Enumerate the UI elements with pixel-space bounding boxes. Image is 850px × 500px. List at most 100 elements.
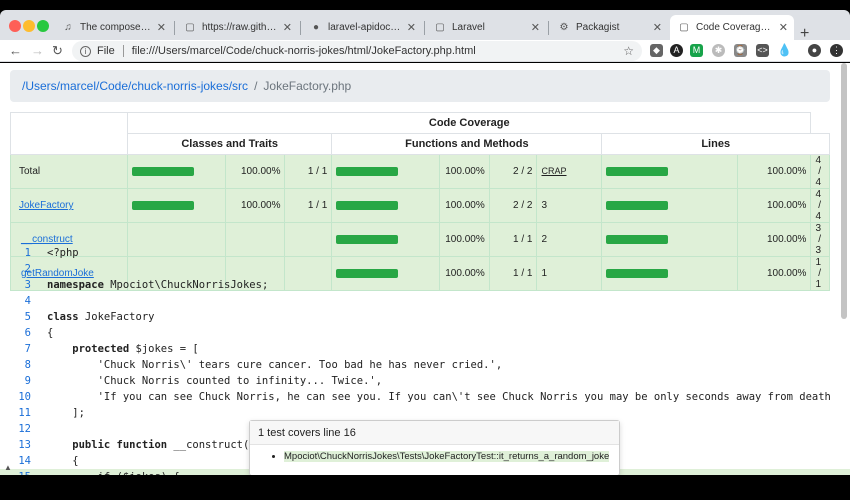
breadcrumb: /Users/marcel/Code/chuck-norris-jokes/sr… bbox=[10, 70, 830, 102]
line-number[interactable]: 4 bbox=[0, 293, 31, 309]
bookmark-star-icon[interactable]: ☆ bbox=[623, 44, 634, 58]
close-tab-icon[interactable]: ✕ bbox=[653, 21, 662, 34]
breadcrumb-path-link[interactable]: /Users/marcel/Code/chuck-norris-jokes/sr… bbox=[22, 79, 248, 93]
close-tab-icon[interactable]: ✕ bbox=[157, 21, 166, 34]
coverage-row-link[interactable]: __construct bbox=[21, 234, 73, 245]
code-line: 4 bbox=[0, 293, 850, 309]
line-number[interactable]: 11 bbox=[0, 405, 31, 421]
keyword: public function bbox=[47, 439, 168, 451]
classes-count: 1 / 1 bbox=[284, 188, 333, 223]
code-text: { bbox=[47, 327, 54, 339]
code-text: JokeFactory bbox=[78, 311, 155, 323]
test-coverage-popover: 1 test covers line 16 Mpociot\ChuckNorri… bbox=[249, 420, 620, 475]
line-number[interactable]: 7 bbox=[0, 341, 31, 357]
reload-icon[interactable]: ↻ bbox=[52, 43, 63, 59]
tab-composer[interactable]: ♫ The composer.json S ✕ bbox=[54, 15, 172, 40]
line-source: { bbox=[47, 453, 79, 469]
code-text: { bbox=[47, 455, 79, 467]
extension-clock-icon[interactable]: ⌚ bbox=[734, 44, 747, 57]
line-number[interactable]: 12 bbox=[0, 421, 31, 437]
profile-avatar[interactable]: ● bbox=[808, 44, 821, 57]
keyword: protected bbox=[47, 343, 130, 355]
breadcrumb-separator: / bbox=[254, 79, 258, 93]
extension-cube-icon[interactable]: ◆ bbox=[650, 44, 663, 57]
classes-progress-cell bbox=[127, 154, 227, 189]
line-number[interactable]: 5 bbox=[0, 309, 31, 325]
popover-title: 1 test covers line 16 bbox=[250, 421, 619, 445]
functions-percent: 100.00% bbox=[438, 154, 490, 189]
extension-gear-icon[interactable]: ✱ bbox=[712, 44, 725, 57]
line-number[interactable]: 9 bbox=[0, 373, 31, 389]
address-bar[interactable]: i File file:///Users/marcel/Code/chuck-n… bbox=[72, 41, 642, 61]
tab-laravel[interactable]: ▢ Laravel ✕ bbox=[426, 15, 546, 40]
close-tab-icon[interactable]: ✕ bbox=[283, 21, 292, 34]
address-divider bbox=[122, 45, 124, 57]
page-content: /Users/marcel/Code/chuck-norris-jokes/sr… bbox=[0, 63, 850, 475]
functions-progress-cell bbox=[331, 188, 440, 223]
line-number[interactable]: 6 bbox=[0, 325, 31, 341]
group-header-classes: Classes and Traits bbox=[127, 133, 333, 155]
maximize-window-button[interactable] bbox=[37, 20, 49, 32]
crap-value: 3 bbox=[536, 188, 603, 223]
close-window-button[interactable] bbox=[9, 20, 21, 32]
coverage-title: Code Coverage bbox=[127, 112, 812, 134]
menu-icon[interactable]: ⋮ bbox=[830, 44, 843, 57]
forward-arrow-icon[interactable]: → bbox=[31, 43, 44, 59]
line-number[interactable]: 10 bbox=[0, 389, 31, 405]
code-text: 'Chuck Norris\' tears cure cancer. Too b… bbox=[47, 359, 503, 371]
code-line: 11 ]; bbox=[0, 405, 850, 421]
line-source: 'Chuck Norris\' tears cure cancer. Too b… bbox=[47, 357, 503, 373]
tab-divider bbox=[300, 21, 301, 35]
code-line: 10 'If you can see Chuck Norris, he can … bbox=[0, 389, 850, 405]
crap-value: CRAP bbox=[536, 154, 603, 189]
scroll-up-arrow-icon[interactable]: ▲ bbox=[4, 463, 12, 472]
tab-raw-github[interactable]: ▢ https://raw.githubuse ✕ bbox=[176, 15, 298, 40]
minimize-window-button[interactable] bbox=[23, 20, 35, 32]
code-text: $jokes = [ bbox=[129, 343, 199, 355]
group-header-functions: Functions and Methods bbox=[331, 133, 603, 155]
close-tab-icon[interactable]: ✕ bbox=[531, 21, 540, 34]
code-line: 1 <?php bbox=[0, 245, 850, 261]
close-tab-icon[interactable]: ✕ bbox=[407, 21, 416, 34]
functions-progress-bar bbox=[336, 201, 399, 210]
coverage-row: JokeFactory 100.00% 1 / 1 100.00% 2 / 2 3 100.… bbox=[9, 188, 830, 223]
code-text: ]; bbox=[47, 407, 85, 419]
classes-percent: 100.00% bbox=[225, 154, 286, 189]
extension-drop-icon[interactable]: 💧 bbox=[777, 44, 792, 57]
line-number[interactable]: 3 bbox=[0, 277, 31, 293]
info-icon[interactable]: i bbox=[80, 45, 91, 57]
line-source: ]; bbox=[47, 405, 85, 421]
code-text: __construct( bbox=[167, 439, 250, 451]
lines-progress-cell bbox=[601, 188, 739, 223]
page-icon: ▢ bbox=[435, 22, 445, 33]
tab-laravel-apidoc[interactable]: ● laravel-apidoc-gener ✕ bbox=[302, 15, 422, 40]
github-icon: ● bbox=[312, 22, 320, 33]
functions-progress-cell bbox=[331, 154, 440, 189]
extension-code-icon[interactable]: <> bbox=[756, 44, 769, 57]
url-text: file:///Users/marcel/Code/chuck-norris-j… bbox=[131, 45, 476, 57]
line-number[interactable]: 2 bbox=[0, 261, 31, 277]
tab-packagist[interactable]: ⚙ Packagist ✕ bbox=[550, 15, 668, 40]
lines-progress-cell bbox=[601, 154, 739, 189]
vertical-scrollbar[interactable] bbox=[841, 63, 847, 319]
code-text: if ($jokes) { bbox=[47, 471, 180, 475]
back-arrow-icon[interactable]: ← bbox=[9, 43, 22, 59]
code-line: 2 bbox=[0, 261, 850, 277]
classes-progress-bar bbox=[132, 167, 195, 176]
lines-percent: 100.00% bbox=[737, 188, 812, 223]
line-number[interactable]: 8 bbox=[0, 357, 31, 373]
coverage-row-link[interactable]: JokeFactory bbox=[19, 200, 73, 211]
composer-icon: ♫ bbox=[64, 22, 72, 33]
coverage-row: Total 100.00% 1 / 1 100.00% 2 / 2 CRAP 100.00%… bbox=[9, 154, 830, 189]
extension-m-icon[interactable]: M bbox=[690, 44, 703, 57]
page-icon: ▢ bbox=[185, 22, 195, 33]
tab-code-coverage[interactable]: ▢ Code Coverage for /L ✕ bbox=[670, 15, 794, 40]
line-source: class JokeFactory bbox=[47, 309, 154, 325]
line-number[interactable]: 13 bbox=[0, 437, 31, 453]
close-tab-icon[interactable]: ✕ bbox=[779, 21, 788, 34]
extension-a-icon[interactable]: A bbox=[670, 44, 683, 57]
tab-divider bbox=[174, 21, 175, 35]
functions-progress-bar bbox=[336, 167, 399, 176]
line-number[interactable]: 1 bbox=[0, 245, 31, 261]
breadcrumb-current: JokeFactory.php bbox=[263, 79, 352, 93]
